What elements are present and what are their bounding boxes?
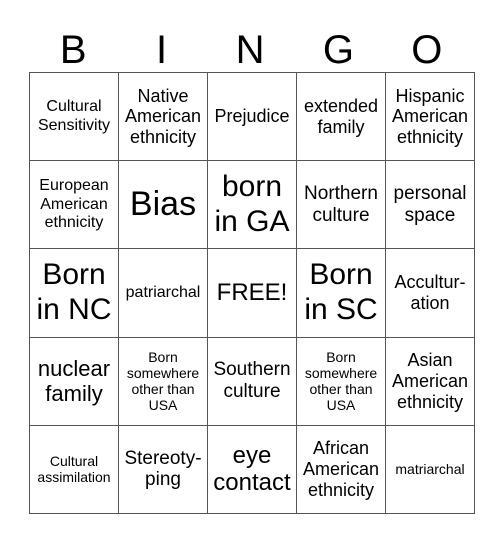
bingo-cell[interactable]: eye contact <box>207 424 297 515</box>
bingo-cell[interactable]: Accultur-ation <box>385 248 475 338</box>
header-letter-n: N <box>235 28 265 72</box>
grid-row: Cultural assimilation Stereoty-ping eye … <box>29 424 475 515</box>
bingo-cell[interactable]: Asian American ethnicity <box>385 336 475 426</box>
bingo-cell[interactable]: Born in SC <box>296 248 386 338</box>
bingo-cell[interactable]: Southern culture <box>207 336 297 426</box>
free-space-cell[interactable]: FREE! <box>207 248 297 338</box>
header-letter-g: G <box>322 28 354 72</box>
bingo-cell[interactable]: African American ethnicity <box>296 424 386 515</box>
bingo-cell[interactable]: Prejudice <box>207 71 297 162</box>
grid-row: Cultural Sensitivity Native American eth… <box>29 71 475 162</box>
bingo-cell[interactable]: Native American ethnicity <box>118 71 208 162</box>
bingo-grid: Cultural Sensitivity Native American eth… <box>29 71 475 515</box>
bingo-header: B I N G O <box>29 28 471 72</box>
bingo-cell[interactable]: extended family <box>296 71 386 162</box>
bingo-cell[interactable]: Born in NC <box>29 248 119 338</box>
bingo-cell[interactable]: born in GA <box>207 160 297 250</box>
bingo-cell[interactable]: Cultural Sensitivity <box>29 71 119 162</box>
bingo-cell[interactable]: Cultural assimilation <box>29 424 119 515</box>
grid-row: nuclear family Born somewhere other than… <box>29 336 475 426</box>
bingo-cell[interactable]: patriarchal <box>118 248 208 338</box>
grid-row: Born in NC patriarchal FREE! Born in SC … <box>29 248 475 338</box>
bingo-cell[interactable]: Born somewhere other than USA <box>118 336 208 426</box>
header-letter-o: O <box>411 28 443 72</box>
bingo-cell[interactable]: Bias <box>118 160 208 250</box>
bingo-cell[interactable]: Northern culture <box>296 160 386 250</box>
header-letter-b: B <box>59 28 87 72</box>
bingo-cell[interactable]: European American ethnicity <box>29 160 119 250</box>
bingo-cell[interactable]: Born somewhere other than USA <box>296 336 386 426</box>
bingo-cell[interactable]: Stereoty-ping <box>118 424 208 515</box>
bingo-cell[interactable]: personal space <box>385 160 475 250</box>
bingo-cell[interactable]: matriarchal <box>385 424 475 515</box>
grid-row: European American ethnicity Bias born in… <box>29 160 475 250</box>
bingo-cell[interactable]: nuclear family <box>29 336 119 426</box>
bingo-cell[interactable]: Hispanic American ethnicity <box>385 71 475 162</box>
header-letter-i: I <box>156 28 168 72</box>
